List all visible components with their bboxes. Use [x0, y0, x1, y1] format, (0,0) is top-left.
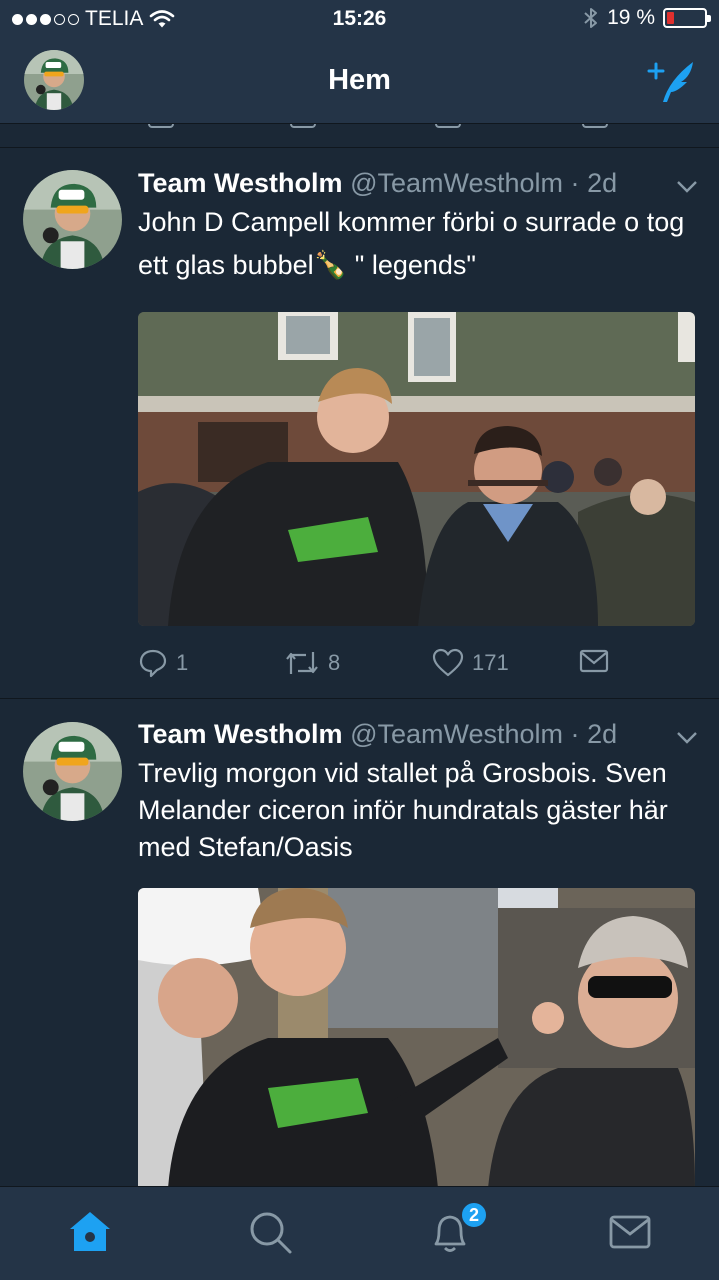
reply-count: 1 [176, 650, 189, 675]
search-icon[interactable] [247, 1209, 293, 1255]
tweet-text: John D Campell kommer förbi o surrade o … [138, 207, 685, 280]
direct-message-button[interactable] [579, 648, 609, 674]
tweet[interactable]: Team Westholm @TeamWestholm · 2d John D … [0, 148, 719, 699]
envelope-icon [579, 649, 609, 673]
chevron-down-icon[interactable] [676, 180, 698, 194]
tweet-age: 2d [587, 168, 618, 198]
header-separator: · [570, 168, 580, 198]
share-icon[interactable] [582, 124, 608, 128]
tab-bar [0, 1186, 719, 1280]
tweet-avatar[interactable] [23, 722, 122, 821]
tweet-header: Team Westholm @TeamWestholm · 2d [138, 719, 617, 750]
retweet-icon[interactable] [290, 124, 316, 128]
messages-icon[interactable] [607, 1209, 653, 1255]
like-button[interactable]: 171 [432, 648, 509, 678]
retweet-icon [286, 652, 318, 674]
header-separator: · [570, 719, 580, 749]
reply-button[interactable]: 1 [138, 648, 188, 678]
battery-icon [663, 8, 711, 28]
author-handle[interactable]: @TeamWestholm [350, 719, 563, 749]
like-icon[interactable] [435, 124, 461, 128]
tweet-header: Team Westholm @TeamWestholm · 2d [138, 168, 617, 199]
author-name[interactable]: Team Westholm [138, 168, 343, 198]
like-count: 171 [472, 650, 509, 675]
nav-bar: Hem [0, 40, 719, 124]
author-handle[interactable]: @TeamWestholm [350, 168, 563, 198]
tweet[interactable]: Team Westholm @TeamWestholm · 2d Trevlig… [0, 699, 719, 1188]
status-right: 19 % [583, 6, 711, 30]
home-icon[interactable] [67, 1209, 113, 1255]
tweet-photo[interactable] [138, 312, 695, 626]
tweet-actions: 1 8 171 [138, 648, 698, 680]
page-title: Hem [328, 64, 391, 96]
status-bar: TELIA 15:26 19 % [0, 0, 719, 40]
retweet-count: 8 [328, 650, 341, 675]
reply-icon [139, 649, 167, 678]
notifications-badge: 2 [460, 1201, 488, 1229]
battery-percent: 19 % [607, 6, 655, 29]
reply-icon[interactable] [148, 124, 174, 128]
previous-tweet-actions [0, 124, 719, 148]
tweet-age: 2d [587, 719, 618, 749]
author-name[interactable]: Team Westholm [138, 719, 343, 749]
retweet-button[interactable]: 8 [284, 648, 340, 678]
like-icon [432, 648, 464, 677]
bluetooth-icon [584, 8, 598, 28]
battery-fill [667, 12, 674, 24]
compose-tweet-icon[interactable] [647, 58, 697, 104]
tweet-text: Trevlig morgon vid stallet på Grosbois. … [138, 758, 668, 862]
tweet-photo[interactable] [138, 888, 695, 1188]
tweet-avatar[interactable] [23, 170, 122, 269]
chevron-down-icon[interactable] [676, 731, 698, 745]
